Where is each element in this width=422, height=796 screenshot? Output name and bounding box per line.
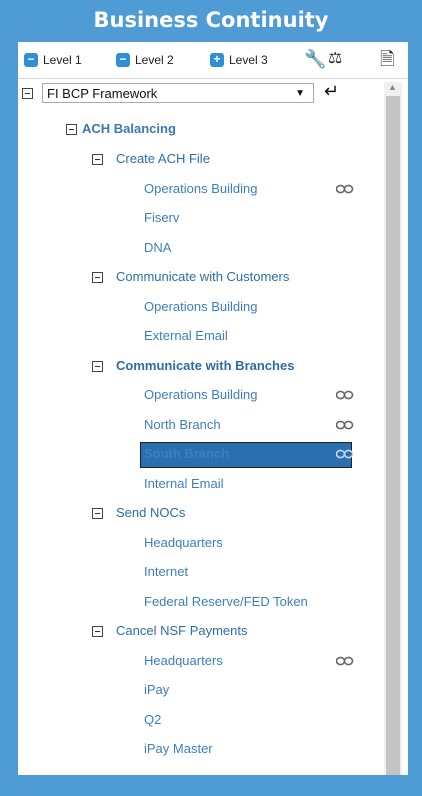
enter-icon[interactable]: ↵	[324, 81, 339, 102]
scrollbar[interactable]: ▲	[384, 82, 402, 775]
link-icon[interactable]	[336, 449, 354, 459]
tree-resource[interactable]: Federal Reserve/FED Token	[144, 589, 308, 615]
scroll-thumb[interactable]	[386, 96, 400, 775]
tree-panel: − Level 1 − Level 2 + Level 3 🔧 ⚖ 🗎 FI B…	[18, 42, 408, 775]
toolbar: − Level 1 − Level 2 + Level 3 🔧 ⚖ 🗎	[18, 42, 408, 79]
tree-resource[interactable]: North Branch	[144, 412, 221, 438]
tree-step[interactable]: Create ACH File	[116, 146, 210, 172]
tree-resource[interactable]: External Email	[144, 323, 228, 349]
link-icon[interactable]	[336, 390, 354, 400]
tree-process[interactable]: ACH Balancing	[82, 116, 176, 142]
tree-resource[interactable]: Internal Email	[144, 471, 223, 497]
tree-step[interactable]: Communicate with Customers	[116, 264, 289, 290]
tree-resource[interactable]: iPay Master	[144, 736, 213, 762]
collapse-icon[interactable]	[66, 124, 77, 135]
tree-resource[interactable]: Fiserv	[144, 205, 179, 231]
tree-step[interactable]: Cancel NSF Payments	[116, 618, 248, 644]
level-3-button[interactable]: + Level 3	[210, 52, 268, 68]
tree-step[interactable]: Send NOCs	[116, 500, 185, 526]
link-icon[interactable]	[336, 656, 354, 666]
framework-row: FI BCP Framework ▼ ↵	[18, 78, 386, 106]
scales-icon[interactable]: ⚖	[328, 49, 342, 69]
tree-resource[interactable]: Operations Building	[144, 176, 257, 202]
collapse-icon[interactable]	[92, 508, 103, 519]
tree-resource[interactable]: Operations Building	[144, 294, 257, 320]
collapse-icon[interactable]	[92, 272, 103, 283]
collapse-icon[interactable]	[22, 88, 33, 99]
tree-resource[interactable]: Internet	[144, 559, 188, 585]
tree-resource[interactable]: South Branch	[144, 441, 229, 467]
collapse-icon[interactable]	[92, 626, 103, 637]
level-2-button[interactable]: − Level 2	[116, 52, 174, 68]
tree-resource[interactable]: Q2	[144, 707, 161, 733]
tree-resource[interactable]: Operations Building	[144, 382, 257, 408]
collapse-icon: −	[116, 53, 130, 67]
collapse-icon[interactable]	[92, 360, 103, 372]
framework-select[interactable]: FI BCP Framework ▼	[42, 83, 314, 103]
level-2-label: Level 2	[135, 53, 174, 67]
level-1-button[interactable]: − Level 1	[24, 52, 82, 68]
page-title: Business Continuity	[93, 8, 329, 32]
tree-resource[interactable]: Headquarters	[144, 648, 223, 674]
link-icon[interactable]	[336, 184, 354, 194]
tree-step[interactable]: Communicate with Branches	[116, 353, 294, 379]
level-1-label: Level 1	[43, 53, 82, 67]
tree-resource[interactable]: Headquarters	[144, 530, 223, 556]
level-3-label: Level 3	[229, 53, 268, 67]
collapse-icon[interactable]	[92, 154, 103, 165]
dropdown-caret-icon: ▼	[295, 88, 305, 99]
wrench-icon[interactable]: 🔧	[304, 49, 326, 69]
tree-resource[interactable]: iPay	[144, 677, 169, 703]
expand-icon: +	[210, 53, 224, 67]
scroll-up-icon[interactable]: ▲	[388, 82, 397, 92]
document-icon[interactable]: 🗎	[380, 49, 394, 69]
collapse-icon: −	[24, 53, 38, 67]
tree-resource[interactable]: DNA	[144, 235, 171, 261]
link-icon[interactable]	[336, 420, 354, 430]
